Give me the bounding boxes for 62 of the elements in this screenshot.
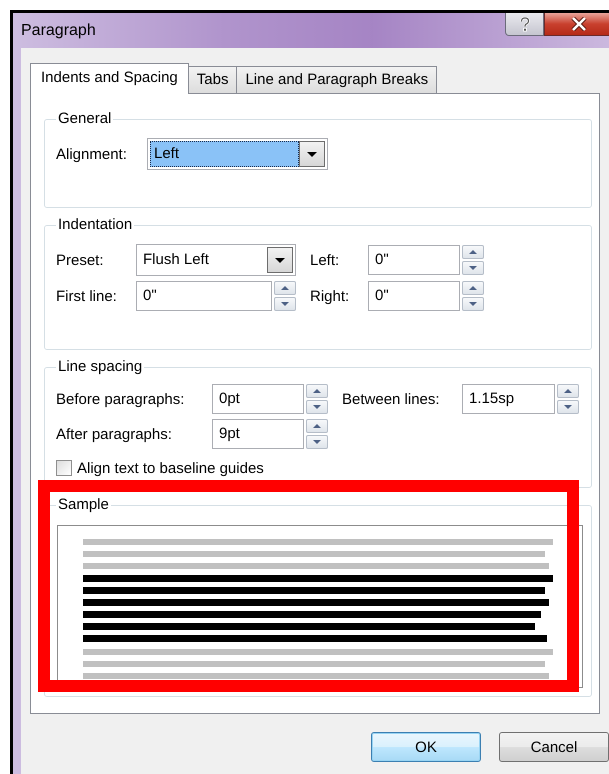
checkbox-label: Align text to baseline guides xyxy=(77,460,264,476)
input-field[interactable]: 1.15sp xyxy=(462,384,555,414)
caret-icon xyxy=(275,258,285,262)
spin-down-button[interactable] xyxy=(462,297,484,311)
field-label: After paragraphs: xyxy=(56,426,173,442)
input-field[interactable]: 0" xyxy=(368,245,460,275)
close-button[interactable] xyxy=(544,13,609,36)
field-label: First line: xyxy=(56,288,118,304)
down-arrow-icon xyxy=(469,302,477,306)
up-arrow-icon xyxy=(313,389,321,393)
dialog-button[interactable]: Cancel xyxy=(499,732,609,762)
window-title: Paragraph xyxy=(21,21,96,41)
close-icon xyxy=(570,17,586,31)
field-label: Preset: xyxy=(56,252,105,268)
group-title: General xyxy=(57,110,112,128)
group-title: Sample xyxy=(57,496,110,514)
group-title: Line spacing xyxy=(57,358,144,376)
spin-down-button[interactable] xyxy=(306,435,328,449)
down-arrow-icon xyxy=(564,405,572,409)
input-field[interactable]: 0pt xyxy=(212,384,304,414)
up-arrow-icon xyxy=(564,389,572,393)
field-label: Left: xyxy=(309,252,340,268)
field-label: Alignment: xyxy=(56,146,128,162)
help-icon xyxy=(520,16,530,32)
spin-up-button[interactable] xyxy=(274,281,296,295)
spin-down-button[interactable] xyxy=(306,400,328,414)
selected-value: Left xyxy=(150,141,299,167)
help-button[interactable] xyxy=(505,13,544,36)
field-label: Between lines: xyxy=(341,390,441,408)
input-field[interactable]: 0" xyxy=(368,281,460,311)
spin-up-button[interactable] xyxy=(306,419,328,433)
caret-icon xyxy=(307,152,317,156)
field-label: Before paragraphs: xyxy=(56,390,186,408)
down-arrow-icon xyxy=(469,266,477,270)
tab[interactable]: Tabs xyxy=(188,66,238,93)
spin-down-button[interactable] xyxy=(462,261,484,275)
spin-down-button[interactable] xyxy=(557,400,579,414)
down-arrow-icon xyxy=(313,440,321,444)
up-arrow-icon xyxy=(313,424,321,428)
dialog-button[interactable]: OK xyxy=(371,732,481,762)
spin-up-button[interactable] xyxy=(557,384,579,398)
group-title: Indentation xyxy=(57,216,134,234)
field-label: Right: xyxy=(309,288,350,304)
up-arrow-icon xyxy=(469,250,477,254)
tab[interactable]: Indents and Spacing xyxy=(30,63,189,94)
tab[interactable]: Line and Paragraph Breaks xyxy=(236,66,438,93)
selected-value: Flush Left xyxy=(142,250,210,270)
down-arrow-icon xyxy=(313,405,321,409)
up-arrow-icon xyxy=(469,286,477,290)
dropdown-button[interactable] xyxy=(299,141,325,167)
dropdown[interactable]: Left xyxy=(147,138,328,170)
input-field[interactable]: 0" xyxy=(136,281,272,311)
up-arrow-icon xyxy=(281,286,289,290)
dropdown-button[interactable] xyxy=(267,247,293,273)
checkbox[interactable] xyxy=(56,460,72,476)
spin-up-button[interactable] xyxy=(306,384,328,398)
spin-down-button[interactable] xyxy=(274,297,296,311)
spin-up-button[interactable] xyxy=(462,281,484,295)
down-arrow-icon xyxy=(281,302,289,306)
dropdown[interactable]: Flush Left xyxy=(136,244,296,276)
spin-up-button[interactable] xyxy=(462,245,484,259)
input-field[interactable]: 9pt xyxy=(212,419,304,449)
